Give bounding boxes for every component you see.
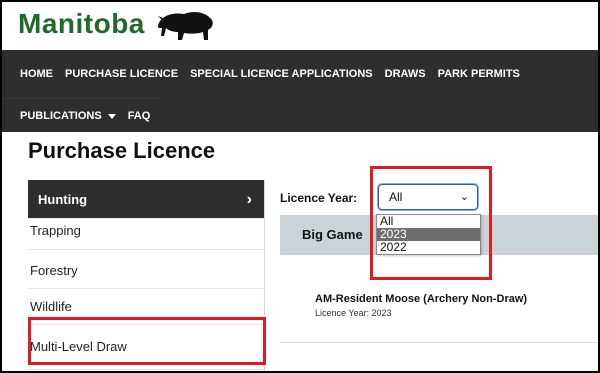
sidebar-item-label: Forestry (30, 263, 78, 278)
sidebar-item-hunting[interactable]: Hunting › (28, 180, 264, 219)
page-frame: Manitoba HOME PURCHASE LICENCE SPECIAL L… (0, 0, 600, 373)
nav-draws[interactable]: DRAWS (385, 68, 426, 80)
result-subtitle: Licence Year: 2023 (315, 308, 392, 318)
licence-year-label: Licence Year: (280, 191, 358, 205)
nav-publications-label: PUBLICATIONS (20, 110, 102, 122)
highlight-box-multi-level-draw (28, 317, 266, 365)
nav-publications[interactable]: PUBLICATIONS (20, 110, 116, 122)
site-header: Manitoba (2, 2, 598, 50)
caret-down-icon (107, 113, 116, 119)
sidebar-item-trapping[interactable]: Trapping (28, 219, 264, 250)
nav-row-primary: HOME PURCHASE LICENCE SPECIAL LICENCE AP… (2, 50, 532, 98)
nav-faq[interactable]: FAQ (128, 110, 151, 122)
nav-purchase-licence[interactable]: PURCHASE LICENCE (65, 68, 178, 80)
result-title[interactable]: AM-Resident Moose (Archery Non-Draw) (315, 293, 527, 305)
result-divider (280, 342, 598, 343)
nav-row-secondary: PUBLICATIONS FAQ (2, 98, 163, 133)
highlight-box-licence-year (370, 166, 492, 280)
page-title: Purchase Licence (28, 138, 216, 163)
nav-park-permits[interactable]: PARK PERMITS (438, 68, 520, 80)
sidebar-item-label: Wildlife (30, 299, 72, 314)
logo-text[interactable]: Manitoba (18, 8, 145, 40)
chevron-right-icon: › (246, 191, 252, 208)
nav-special-licence-applications[interactable]: SPECIAL LICENCE APPLICATIONS (190, 68, 373, 80)
sidebar-item-label: Trapping (30, 223, 81, 238)
category-label: Big Game (302, 227, 363, 242)
sidebar-item-label: Hunting (38, 192, 88, 207)
main-nav: HOME PURCHASE LICENCE SPECIAL LICENCE AP… (2, 50, 598, 132)
sidebar-item-forestry[interactable]: Forestry (28, 250, 264, 289)
nav-home[interactable]: HOME (20, 68, 53, 80)
bison-logo-icon[interactable] (154, 8, 216, 44)
